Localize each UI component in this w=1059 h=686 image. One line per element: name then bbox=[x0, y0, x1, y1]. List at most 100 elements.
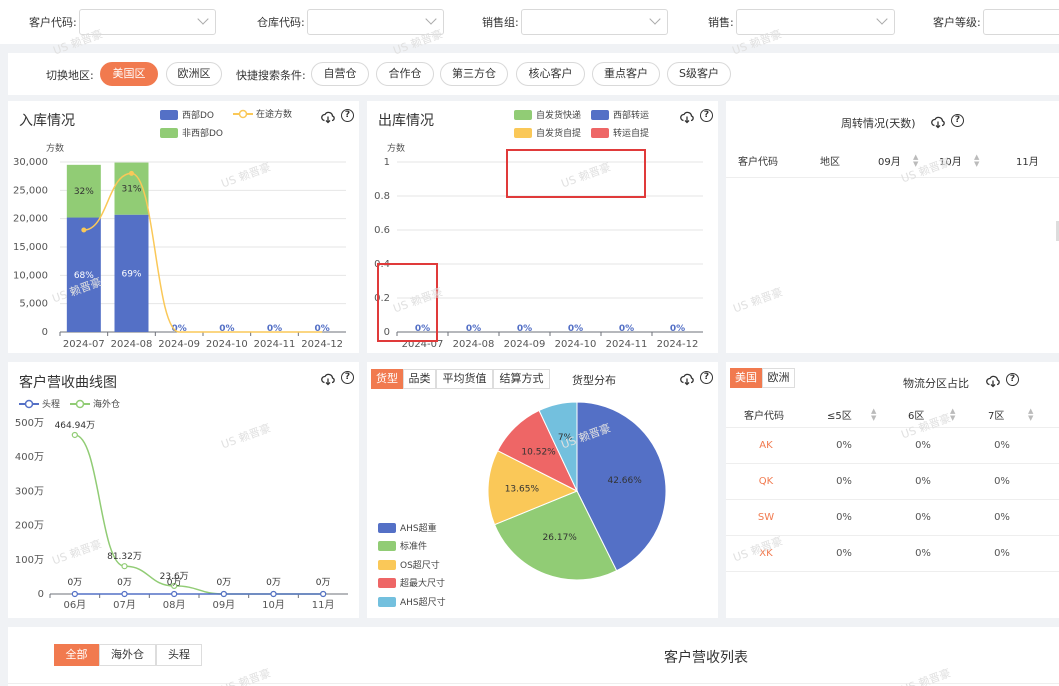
x-tick-label: 2024-08 bbox=[111, 339, 153, 350]
point-label: 0万 bbox=[316, 578, 331, 588]
y-tick-label: 0 bbox=[38, 589, 44, 600]
bar-data-label: 68% bbox=[74, 271, 94, 281]
filter-label: 客户代码: bbox=[29, 16, 77, 29]
download-icon[interactable] bbox=[931, 115, 945, 129]
sort-icon[interactable]: ▲ ▼ bbox=[974, 154, 979, 168]
download-icon[interactable] bbox=[986, 374, 1000, 388]
filter-label: 销售组: bbox=[482, 16, 519, 29]
quick-core-customer[interactable]: 核心客户 bbox=[516, 62, 585, 86]
revenue-list-title: 客户营收列表 bbox=[664, 650, 748, 666]
zone-value: 0% bbox=[836, 512, 852, 523]
inbound-panel: 入库情况 西部DO 在途方数 非西部DO ? 方数 0 5,000 10,000 15… bbox=[8, 101, 359, 353]
bar-data-label: 32% bbox=[74, 187, 94, 197]
sort-icon[interactable]: ▲ ▼ bbox=[871, 408, 876, 422]
customer-code-select[interactable] bbox=[78, 9, 216, 35]
col-sep[interactable]: 09月 bbox=[878, 153, 901, 168]
quick-key-customer[interactable]: 重点客户 bbox=[592, 62, 660, 86]
sales-select[interactable] bbox=[735, 9, 895, 35]
zones-panel: 美国 欧洲 物流分区占比 ? 客户代码 ≤5区 ▲ ▼ 6区 ▲ ▼ 7区 ▲ ▼ A… bbox=[726, 362, 1059, 618]
col-oct[interactable]: 10月 bbox=[939, 153, 962, 168]
help-icon[interactable]: ? bbox=[1006, 373, 1019, 386]
warehouse-code-select[interactable] bbox=[306, 9, 444, 35]
customer-code-link[interactable]: SW bbox=[754, 512, 778, 523]
sort-icon[interactable]: ▲ ▼ bbox=[913, 154, 918, 168]
x-tick-label: 10月 bbox=[262, 599, 285, 611]
line-point bbox=[71, 590, 78, 598]
x-tick-label: 2024-09 bbox=[158, 339, 200, 350]
divider bbox=[726, 535, 1059, 536]
zone-value: 0% bbox=[836, 548, 852, 559]
line-point bbox=[171, 590, 178, 598]
divider bbox=[8, 683, 1059, 684]
tab-us[interactable]: 美国 bbox=[730, 368, 762, 388]
y-tick-label: 500万 bbox=[15, 418, 44, 429]
outbound-panel: 出库情况 自发货快递 西部转运 自发货自提 转运自提 ? 方数 0 0.2 0.4 0… bbox=[367, 101, 718, 353]
turnover-panel: 周转情况(天数) ? 客户代码 地区 09月 ▲ ▼ 10月 ▲ ▼ 11月 US … bbox=[726, 101, 1059, 353]
point-label: 81.32万 bbox=[107, 552, 142, 562]
y-tick-label: 400万 bbox=[15, 452, 44, 463]
sales-group-select[interactable] bbox=[520, 9, 668, 35]
y-tick-label: 10,000 bbox=[13, 270, 48, 281]
region-eu-button[interactable]: 欧洲区 bbox=[166, 62, 222, 86]
filter-warehouse-code: 仓库代码: bbox=[257, 9, 444, 35]
quick-third-party-warehouse[interactable]: 第三方仓 bbox=[440, 62, 508, 86]
watermark: US 赖晋豪 bbox=[731, 285, 785, 316]
chevron-down-icon bbox=[649, 13, 661, 25]
point-label: 464.94万 bbox=[55, 421, 96, 431]
point-label: 0万 bbox=[167, 578, 182, 588]
tab-all[interactable]: 全部 bbox=[54, 644, 99, 666]
tab-overseas[interactable]: 海外仓 bbox=[99, 644, 156, 666]
customer-code-link[interactable]: XK bbox=[754, 548, 778, 559]
zone-value: 0% bbox=[836, 440, 852, 451]
point-label: 0万 bbox=[266, 578, 281, 588]
customer-level-select[interactable] bbox=[982, 9, 1059, 35]
y-tick-label: 30,000 bbox=[13, 157, 48, 168]
col-zone-7[interactable]: 7区 bbox=[988, 407, 1004, 422]
filter-bar: 客户代码: 仓库代码: 销售组: 销售: 客户等级: bbox=[0, 0, 1059, 44]
filter-label: 销售: bbox=[708, 16, 734, 29]
y-tick-label: 20,000 bbox=[13, 214, 48, 225]
bar-data-label: 0% bbox=[619, 324, 634, 334]
filter-customer-level: 客户等级: bbox=[933, 9, 1059, 35]
zone-value: 0% bbox=[915, 440, 931, 451]
revenue-panel: 客户营收曲线图 ? 头程 海外仓 0 100万 200万 300万 400万 500万 06… bbox=[8, 362, 359, 618]
col-zone-le5[interactable]: ≤5区 bbox=[827, 407, 852, 422]
line-point bbox=[121, 563, 128, 570]
tab-eu[interactable]: 欧洲 bbox=[762, 368, 795, 388]
pie-label: 26.17% bbox=[543, 533, 578, 543]
quick-self-warehouse[interactable]: 自营仓 bbox=[311, 62, 369, 86]
filter-sales: 销售: bbox=[708, 9, 895, 35]
point-label: 0万 bbox=[216, 578, 231, 588]
sort-icon[interactable]: ▲ ▼ bbox=[1028, 408, 1033, 422]
customer-code-link[interactable]: QK bbox=[754, 476, 778, 487]
line-point bbox=[121, 590, 128, 598]
zone-value: 0% bbox=[994, 476, 1010, 487]
pie-label: 42.66% bbox=[607, 476, 642, 486]
filter-label: 仓库代码: bbox=[257, 16, 305, 29]
quick-partner-warehouse[interactable]: 合作仓 bbox=[376, 62, 434, 86]
bar-data-label: 0% bbox=[568, 324, 583, 334]
col-nov[interactable]: 11月 bbox=[1016, 153, 1039, 168]
filter-sales-group: 销售组: bbox=[482, 9, 668, 35]
col-customer-code[interactable]: 客户代码 bbox=[738, 153, 778, 168]
sort-icon[interactable]: ▲ ▼ bbox=[950, 408, 955, 422]
x-tick-label: 2024-07 bbox=[63, 339, 105, 350]
x-tick-label: 2024-09 bbox=[504, 339, 546, 350]
x-tick-label: 2024-12 bbox=[657, 339, 699, 350]
x-tick-label: 2024-08 bbox=[453, 339, 495, 350]
quick-s-level-customer[interactable]: S级客户 bbox=[667, 62, 731, 86]
col-region[interactable]: 地区 bbox=[820, 153, 840, 168]
region-us-button[interactable]: 美国区 bbox=[100, 62, 158, 86]
highlight-box bbox=[506, 149, 646, 198]
zones-title: 物流分区占比 bbox=[903, 377, 969, 390]
x-tick-label: 2024-10 bbox=[555, 339, 597, 350]
help-icon[interactable]: ? bbox=[951, 114, 964, 127]
tab-head[interactable]: 头程 bbox=[156, 644, 202, 666]
x-tick-label: 06月 bbox=[63, 599, 86, 611]
divider bbox=[726, 499, 1059, 500]
customer-code-link[interactable]: AK bbox=[754, 440, 778, 451]
y-tick-label: 300万 bbox=[15, 486, 44, 497]
col-zone-6[interactable]: 6区 bbox=[908, 407, 924, 422]
zone-value: 0% bbox=[915, 476, 931, 487]
col-customer-code[interactable]: 客户代码 bbox=[744, 407, 784, 422]
